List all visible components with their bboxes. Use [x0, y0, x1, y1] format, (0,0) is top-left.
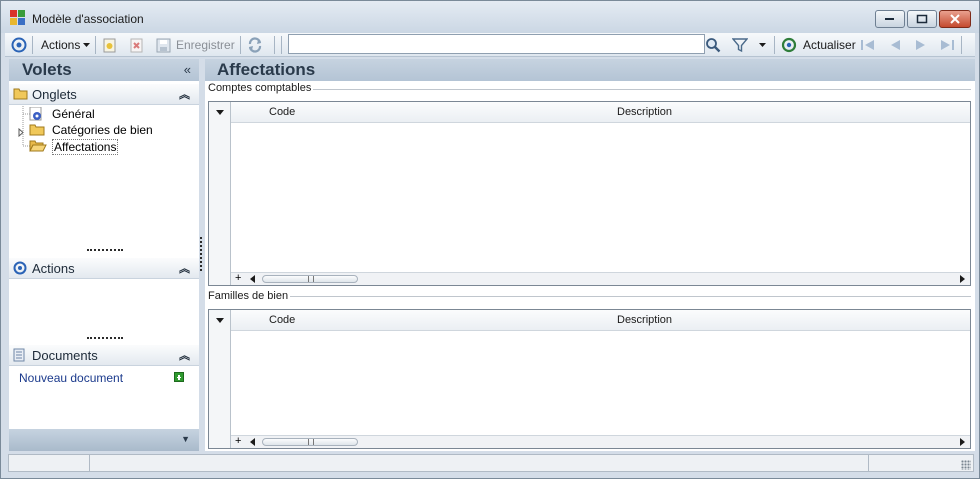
new-record-icon[interactable]: [102, 36, 117, 54]
scroll-right-icon[interactable]: [960, 275, 965, 283]
app-icon: [10, 10, 27, 26]
window-title: Modèle d'association: [32, 12, 144, 26]
left-panel-footer: ▼: [9, 429, 199, 451]
document-icon: [13, 348, 25, 362]
folder-open-icon: [29, 139, 47, 155]
grid-scrollbar[interactable]: +: [231, 272, 970, 285]
save-button[interactable]: Enregistrer: [156, 36, 235, 54]
add-document-icon[interactable]: [174, 372, 184, 382]
search-icon[interactable]: [705, 36, 721, 54]
previous-record-icon[interactable]: [888, 36, 902, 54]
row-header-column: [209, 123, 231, 285]
page-title: Affectations: [217, 60, 316, 79]
column-chooser-icon[interactable]: [216, 110, 224, 115]
title-bar: Modèle d'association: [1, 1, 979, 33]
group-label-accounts: Comptes comptables: [208, 82, 314, 94]
tree-item-categories[interactable]: Catégories de bien: [52, 123, 153, 137]
tree-item-affectations[interactable]: Affectations: [52, 139, 119, 155]
main-panel: Affectations Comptes comptables Code Des…: [205, 59, 975, 451]
search-input[interactable]: [288, 34, 705, 54]
scroll-thumb[interactable]: [262, 275, 358, 283]
expand-arrow-icon[interactable]: [18, 126, 25, 140]
scroll-left-icon[interactable]: [250, 438, 255, 446]
section-splitter[interactable]: [87, 249, 123, 252]
tree-item-general[interactable]: Général: [52, 107, 95, 121]
group-label-families: Familles de bien: [208, 290, 291, 302]
collapse-panel-icon[interactable]: «: [184, 62, 191, 77]
chevron-up-icon[interactable]: ︽: [179, 260, 190, 276]
column-header-description[interactable]: Description: [617, 106, 672, 118]
chevron-down-icon[interactable]: ▼: [181, 434, 190, 444]
save-icon: [156, 38, 171, 52]
resize-grip-icon[interactable]: [961, 460, 971, 470]
save-label: Enregistrer: [176, 38, 235, 52]
families-grid[interactable]: Code Description +: [208, 309, 971, 449]
status-bar: [8, 454, 974, 472]
scroll-thumb[interactable]: [262, 438, 358, 446]
toolbar: Actions Enregistrer Actualiser: [5, 33, 975, 57]
column-header-code[interactable]: Code: [269, 314, 295, 326]
actions-icon: [13, 261, 27, 275]
add-row-button[interactable]: +: [235, 435, 241, 447]
sync-icon[interactable]: [247, 36, 263, 54]
tabs-section-header[interactable]: Onglets ︽: [9, 84, 199, 105]
scroll-right-icon[interactable]: [960, 438, 965, 446]
actions-menu-button[interactable]: Actions: [41, 36, 91, 54]
refresh-label: Actualiser: [803, 38, 856, 52]
panel-resize-grip[interactable]: [200, 237, 202, 271]
grid-scrollbar[interactable]: +: [231, 435, 970, 448]
section-splitter[interactable]: [87, 337, 123, 340]
volets-title: Volets: [22, 60, 72, 79]
row-header-column: [209, 331, 231, 448]
accounts-grid[interactable]: Code Description +: [208, 101, 971, 286]
first-record-icon[interactable]: [860, 36, 876, 54]
filter-icon[interactable]: [732, 36, 748, 54]
volets-header: Volets «: [9, 59, 199, 81]
column-header-description[interactable]: Description: [617, 314, 672, 326]
filter-dropdown-icon[interactable]: [758, 36, 767, 54]
grid-header: Code Description: [209, 102, 970, 123]
back-icon[interactable]: [11, 36, 27, 54]
tabs-section-label: Onglets: [32, 87, 77, 102]
next-record-icon[interactable]: [914, 36, 928, 54]
actions-section-header[interactable]: Actions ︽: [9, 258, 199, 279]
add-row-button[interactable]: +: [235, 272, 241, 284]
grid-header: Code Description: [209, 310, 970, 331]
column-header-code[interactable]: Code: [269, 106, 295, 118]
new-document-link[interactable]: Nouveau document: [19, 371, 123, 385]
actions-section-label: Actions: [32, 261, 75, 276]
restore-button[interactable]: [907, 10, 937, 28]
main-header: Affectations: [205, 59, 975, 81]
chevron-up-icon[interactable]: ︽: [179, 347, 190, 363]
column-chooser-icon[interactable]: [216, 318, 224, 323]
left-panel: Volets « Onglets ︽ Général Catégories de…: [9, 59, 199, 451]
last-record-icon[interactable]: [939, 36, 955, 54]
close-button[interactable]: [939, 10, 971, 28]
refresh-icon: [781, 37, 797, 53]
folder-icon: [13, 88, 28, 100]
minimize-button[interactable]: [875, 10, 905, 28]
chevron-up-icon[interactable]: ︽: [179, 86, 190, 102]
refresh-button[interactable]: Actualiser: [781, 36, 856, 54]
scroll-left-icon[interactable]: [250, 275, 255, 283]
documents-section-label: Documents: [32, 348, 98, 363]
documents-section-header[interactable]: Documents ︽: [9, 345, 199, 366]
folder-icon: [29, 123, 46, 139]
chevron-down-icon: [83, 43, 91, 47]
delete-icon[interactable]: [129, 36, 144, 54]
close-icon: [950, 14, 960, 24]
application-window: Modèle d'association Actions Enregistrer…: [0, 0, 980, 479]
actions-menu-label: Actions: [41, 38, 81, 52]
